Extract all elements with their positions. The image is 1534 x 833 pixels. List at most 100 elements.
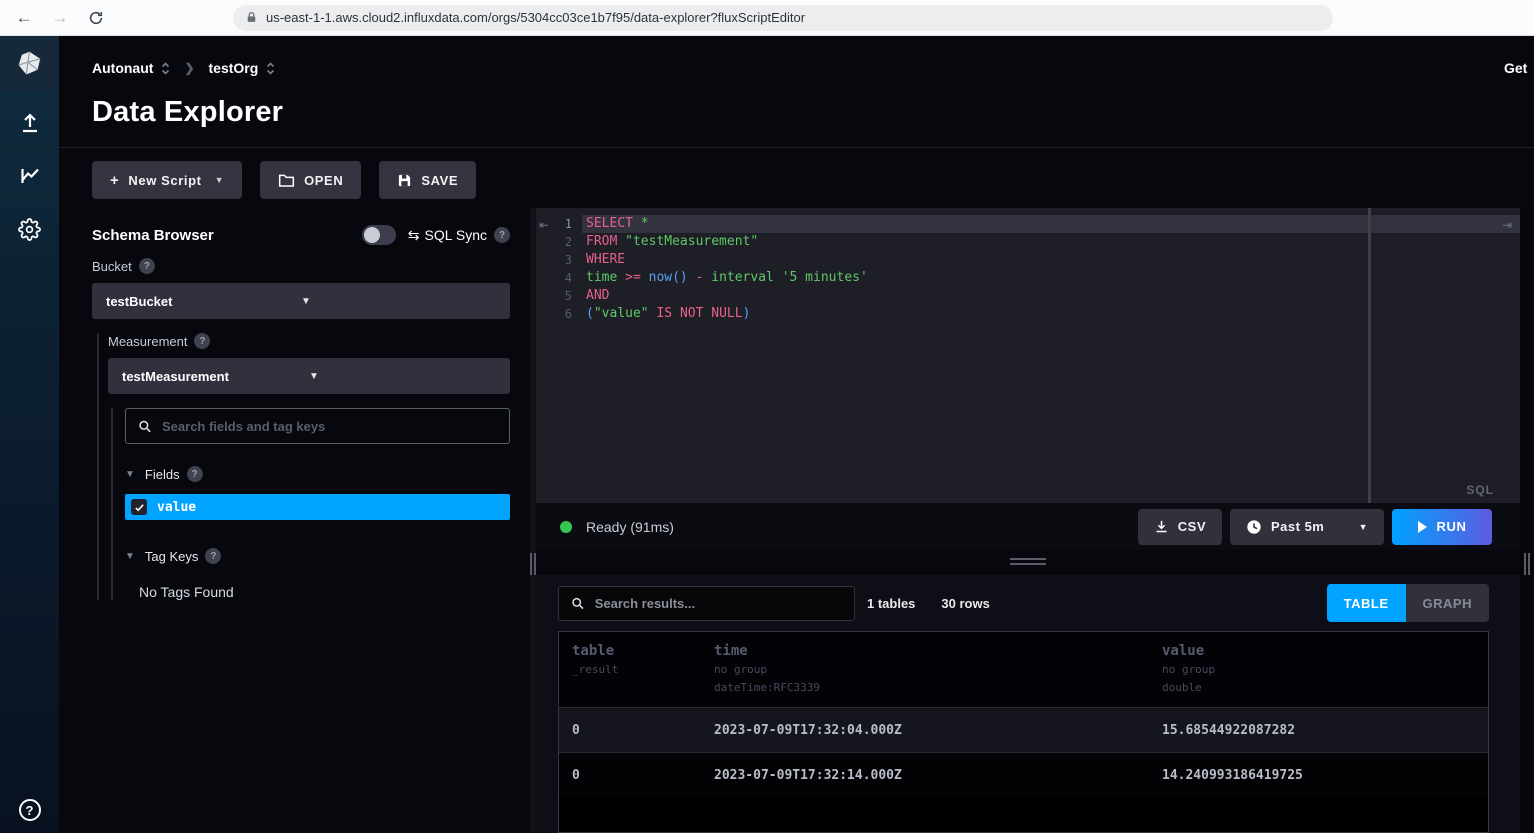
editor-code[interactable]: SELECT *FROM "testMeasurement"WHEREtime …: [582, 208, 1520, 503]
run-query-button[interactable]: RUN: [1392, 509, 1492, 545]
editor-minimap[interactable]: [1379, 215, 1425, 239]
schema-search[interactable]: [125, 408, 510, 444]
save-script-button[interactable]: SAVE: [379, 161, 476, 199]
header-divider: [59, 147, 1534, 148]
editor-scrollbar[interactable]: [1368, 208, 1371, 503]
code-line[interactable]: ("value" IS NOT NULL): [582, 305, 1520, 323]
upgrade-link[interactable]: Get: [1504, 60, 1534, 76]
drag-handle[interactable]: [1010, 558, 1046, 568]
sql-sync-help-icon[interactable]: ?: [494, 227, 510, 243]
table-row[interactable]: 02023-07-09T17:32:04.000Z15.685449220872…: [559, 707, 1488, 752]
sidebar-item-load-data[interactable]: [10, 103, 50, 143]
save-icon: [397, 173, 412, 188]
page-title: Data Explorer: [92, 96, 1534, 129]
line-number: 4: [536, 269, 582, 287]
fields-help-icon[interactable]: ?: [187, 466, 203, 482]
collapse-caret-icon[interactable]: ▼: [125, 551, 135, 562]
view-toggle: TABLE GRAPH: [1327, 584, 1489, 622]
column-meta: no group: [701, 662, 1149, 677]
table-cell: 14.240993186419725: [1149, 768, 1488, 783]
field-item[interactable]: value: [125, 494, 510, 520]
bucket-dropdown[interactable]: testBucket ▼: [92, 283, 510, 319]
panel-resize-divider-right[interactable]: [1520, 208, 1534, 833]
collapse-left-icon[interactable]: ⇤: [539, 218, 549, 232]
sidebar-item-settings[interactable]: [10, 209, 50, 249]
minimap-line: [1379, 231, 1425, 233]
back-icon[interactable]: ←: [10, 4, 38, 32]
browser-toolbar: ← → us-east-1-1.aws.cloud2.influxdata.co…: [0, 0, 1534, 36]
chevron-down-icon: ▼: [301, 296, 496, 307]
code-line[interactable]: WHERE: [582, 251, 1520, 269]
address-bar[interactable]: us-east-1-1.aws.cloud2.influxdata.com/or…: [233, 5, 1333, 31]
help-icon[interactable]: ?: [19, 799, 41, 821]
table-cell: 15.68544922087282: [1149, 723, 1488, 738]
field-list: value: [125, 494, 510, 520]
toggle-knob: [364, 227, 380, 243]
schema-browser-panel: Schema Browser ⇆ SQL Sync ? Bucket ? tes…: [59, 208, 530, 833]
sql-editor[interactable]: ⇤ 123456 SELECT *FROM "testMeasurement"W…: [536, 208, 1520, 503]
suborg-switcher-icon[interactable]: [266, 62, 275, 75]
column-name: time: [701, 643, 1149, 659]
new-script-button[interactable]: + New Script ▼: [92, 161, 242, 199]
panel-resize-divider-horizontal[interactable]: [536, 550, 1520, 575]
reload-icon[interactable]: [82, 4, 110, 32]
upload-icon: [18, 111, 42, 135]
reload-glyph: [88, 10, 104, 26]
field-name: value: [157, 500, 196, 515]
org-switcher-icon[interactable]: [161, 62, 170, 75]
results-search-input[interactable]: [595, 596, 842, 611]
minimap-line: [1379, 219, 1425, 221]
collapse-caret-icon[interactable]: ▼: [125, 469, 135, 480]
measurement-help-icon[interactable]: ?: [194, 333, 210, 349]
minimap-line: [1379, 235, 1425, 237]
column-header[interactable]: timeno groupdateTime:RFC3339: [701, 643, 1149, 695]
code-line[interactable]: AND: [582, 287, 1520, 305]
tag-keys-help-icon[interactable]: ?: [205, 548, 221, 564]
measurement-section: Measurement ? testMeasurement ▼: [97, 333, 510, 600]
open-script-button[interactable]: OPEN: [260, 161, 361, 199]
measurement-dropdown[interactable]: testMeasurement ▼: [108, 358, 510, 394]
tag-keys-group-header[interactable]: ▼ Tag Keys ?: [125, 548, 510, 564]
code-line[interactable]: time >= now() - interval '5 minutes': [582, 269, 1520, 287]
line-number: 2: [536, 233, 582, 251]
tab-graph[interactable]: GRAPH: [1406, 584, 1489, 622]
checkbox-icon[interactable]: [131, 499, 147, 515]
breadcrumb-org[interactable]: Autonaut: [92, 60, 153, 76]
chevron-down-icon: ▼: [309, 371, 496, 382]
tab-table[interactable]: TABLE: [1327, 584, 1406, 622]
results-table: table_resulttimeno groupdateTime:RFC3339…: [558, 631, 1489, 833]
column-meta: _result: [559, 662, 701, 677]
line-chart-icon: [18, 164, 42, 188]
forward-icon[interactable]: →: [46, 4, 74, 32]
bucket-help-icon[interactable]: ?: [139, 258, 155, 274]
sidebar-item-data-explorer[interactable]: [10, 156, 50, 196]
fields-group-header[interactable]: ▼ Fields ?: [125, 466, 510, 482]
table-row[interactable]: 02023-07-09T17:32:14.000Z14.240993186419…: [559, 752, 1488, 797]
chevron-down-icon: ▼: [1359, 522, 1368, 532]
sql-sync-toggle[interactable]: [362, 225, 396, 245]
results-table-header: table_resulttimeno groupdateTime:RFC3339…: [559, 632, 1488, 707]
rows-count: 30 rows: [941, 596, 989, 611]
drag-handle[interactable]: [1524, 553, 1530, 575]
collapse-right-icon[interactable]: ⇥: [1502, 218, 1512, 232]
results-table-body: 02023-07-09T17:32:04.000Z15.685449220872…: [559, 707, 1488, 797]
results-search[interactable]: [558, 586, 855, 621]
sql-sync-label: ⇆ SQL Sync: [408, 227, 487, 244]
status-dot: [560, 521, 572, 533]
schema-search-input[interactable]: [162, 419, 497, 434]
line-number: 6: [536, 305, 582, 323]
time-range-dropdown[interactable]: Past 5m ▼: [1230, 509, 1384, 545]
plus-icon: +: [110, 172, 119, 189]
table-cell: 0: [559, 768, 701, 783]
bucket-label: Bucket ?: [92, 258, 510, 274]
csv-download-button[interactable]: CSV: [1138, 509, 1222, 545]
column-meta: double: [1149, 680, 1488, 695]
sync-arrows-icon: ⇆: [408, 227, 420, 244]
column-header[interactable]: valueno groupdouble: [1149, 643, 1488, 695]
breadcrumb-suborg[interactable]: testOrg: [209, 60, 259, 76]
column-header[interactable]: table_result: [559, 643, 701, 695]
influxdb-logo[interactable]: [0, 36, 59, 90]
no-tags-message: No Tags Found: [139, 584, 510, 600]
results-panel: 1 tables 30 rows TABLE GRAPH table_resul…: [536, 575, 1520, 833]
script-toolbar: + New Script ▼ OPEN SAVE: [92, 161, 1534, 199]
